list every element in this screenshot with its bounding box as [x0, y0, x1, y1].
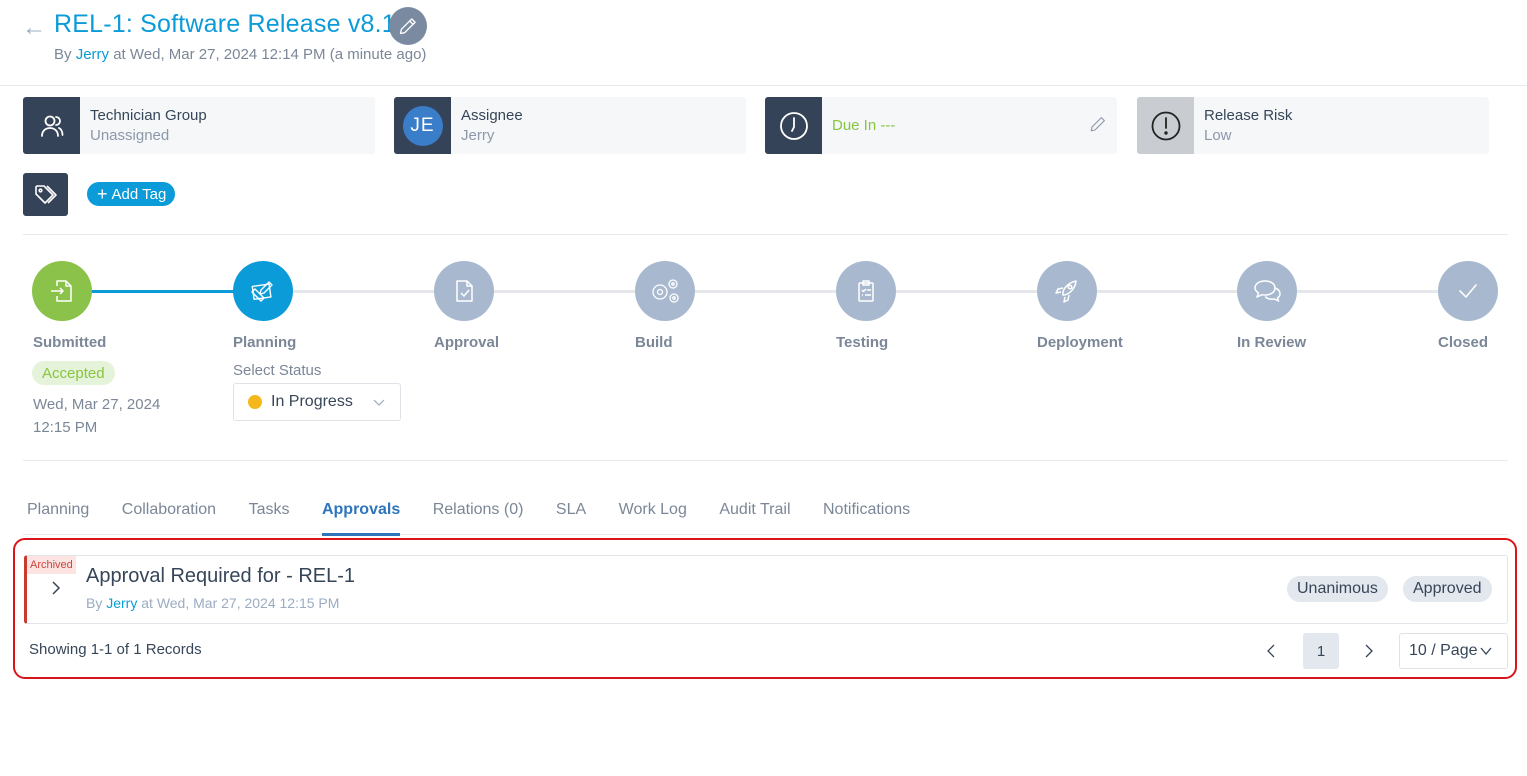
- release-risk-label: Release Risk: [1204, 107, 1293, 124]
- chat-bubbles-icon: [1254, 280, 1281, 302]
- approval-type-badge: Unanimous: [1287, 576, 1388, 602]
- tab-audit-trail[interactable]: Audit Trail: [719, 497, 790, 535]
- approval-item[interactable]: Archived Approval Required for - REL-1 B…: [24, 555, 1508, 624]
- page-header: ← REL-1: Software Release v8.1 By Jerry …: [0, 0, 1527, 86]
- stage-deployment[interactable]: [1037, 261, 1097, 321]
- per-page-value: 10 / Page: [1409, 642, 1478, 659]
- clipboard-list-icon: [858, 280, 874, 302]
- status-select[interactable]: In Progress: [233, 383, 401, 421]
- status-dot: [248, 395, 262, 409]
- per-page-select[interactable]: 10 / Page: [1399, 633, 1508, 669]
- pencil-icon: [399, 18, 416, 35]
- stage-label-in-review: In Review: [1237, 334, 1307, 351]
- chevron-right-icon[interactable]: [49, 580, 63, 601]
- due-card[interactable]: Due In ---: [765, 97, 1117, 154]
- stage-label-approval: Approval: [434, 334, 500, 351]
- by-prefix: By: [54, 46, 76, 63]
- gears-icon: [652, 279, 679, 303]
- submitted-date-line2: 12:15 PM: [33, 419, 98, 436]
- tab-sla[interactable]: SLA: [556, 497, 586, 535]
- tags-icon: [34, 184, 57, 204]
- due-label: Due In ---: [832, 117, 896, 134]
- prev-page-button[interactable]: [1264, 641, 1278, 666]
- due-icon-box: [765, 97, 822, 154]
- archived-badge: Archived: [27, 556, 76, 574]
- file-import-icon: [51, 280, 72, 302]
- tab-collaboration[interactable]: Collaboration: [122, 497, 216, 535]
- tab-planning[interactable]: Planning: [27, 497, 89, 535]
- rocket-icon: [1055, 280, 1077, 303]
- assignee-label: Assignee: [461, 107, 523, 124]
- users-icon: [40, 115, 63, 137]
- stage-label-planning: Planning: [233, 334, 297, 351]
- approval-status-badge: Approved: [1403, 576, 1492, 602]
- tab-tasks[interactable]: Tasks: [249, 497, 290, 535]
- back-arrow-icon[interactable]: ←: [22, 14, 46, 42]
- assignee-value: Jerry: [461, 127, 495, 144]
- tab-relations[interactable]: Relations (0): [433, 497, 524, 535]
- select-status-label: Select Status: [233, 362, 322, 379]
- page-1-button[interactable]: 1: [1303, 633, 1339, 669]
- planning-icon: [251, 281, 273, 302]
- chevron-down-icon: [372, 395, 386, 414]
- assignee-icon-box: JE: [394, 97, 451, 154]
- stage-label-closed: Closed: [1438, 334, 1489, 351]
- release-risk-value: Low: [1204, 127, 1232, 144]
- accepted-badge: Accepted: [32, 361, 115, 385]
- created-time: at Wed, Mar 27, 2024 12:14 PM (a minute …: [109, 46, 427, 63]
- stage-label-testing: Testing: [836, 334, 889, 351]
- divider: [23, 460, 1508, 461]
- by-prefix: By: [86, 595, 107, 611]
- assignee-card[interactable]: JE Assignee Jerry: [394, 97, 746, 154]
- release-risk-icon-box: [1137, 97, 1194, 154]
- tab-approvals[interactable]: Approvals: [321, 497, 401, 536]
- tab-bar: Planning Collaboration Tasks Approvals R…: [23, 497, 1508, 536]
- stage-closed[interactable]: [1438, 261, 1498, 321]
- submitted-date: Wed, Mar 27, 2024 12:15 PM: [33, 393, 160, 439]
- stage-label-build: Build: [635, 334, 673, 351]
- stage-testing[interactable]: [836, 261, 896, 321]
- stage-planning[interactable]: [233, 261, 293, 321]
- add-tag-button[interactable]: + Add Tag: [87, 182, 176, 206]
- technician-group-icon-box: [23, 97, 80, 154]
- created-info: By Jerry at Wed, Mar 27, 2024 12:14 PM (…: [54, 46, 426, 63]
- divider: [23, 234, 1508, 235]
- technician-group-card[interactable]: Technician Group Unassigned: [23, 97, 375, 154]
- records-count: Showing 1-1 of 1 Records: [29, 641, 202, 658]
- clock-icon: [779, 111, 808, 140]
- stage-label-submitted: Submitted: [33, 334, 107, 351]
- page-title: REL-1: Software Release v8.1: [54, 10, 396, 38]
- add-tag-label: Add Tag: [111, 185, 167, 203]
- author-link[interactable]: Jerry: [76, 46, 109, 63]
- exclamation-circle-icon: [1151, 111, 1180, 140]
- check-icon: [1459, 284, 1477, 299]
- status-selected: In Progress: [271, 393, 353, 410]
- tags-icon-box: [23, 173, 68, 216]
- approval-created-time: at Wed, Mar 27, 2024 12:15 PM: [137, 595, 340, 611]
- edit-due-icon[interactable]: [1089, 115, 1107, 138]
- plus-icon: +: [97, 184, 108, 204]
- edit-title-button[interactable]: [389, 7, 427, 45]
- document-check-icon: [456, 280, 473, 302]
- stage-build[interactable]: [635, 261, 695, 321]
- release-risk-card[interactable]: Release Risk Low: [1137, 97, 1489, 154]
- tab-notifications[interactable]: Notifications: [823, 497, 910, 535]
- next-page-button[interactable]: [1362, 641, 1376, 666]
- technician-group-value: Unassigned: [90, 127, 170, 144]
- approval-created-info: By Jerry at Wed, Mar 27, 2024 12:15 PM: [86, 595, 339, 611]
- tab-work-log[interactable]: Work Log: [619, 497, 687, 535]
- approval-author-link[interactable]: Jerry: [106, 595, 137, 611]
- stage-label-deployment: Deployment: [1037, 334, 1123, 351]
- stage-in-review[interactable]: [1237, 261, 1297, 321]
- submitted-date-line1: Wed, Mar 27, 2024: [33, 396, 161, 413]
- stage-approval[interactable]: [434, 261, 494, 321]
- technician-group-label: Technician Group: [90, 107, 207, 124]
- approval-title: Approval Required for - REL-1: [86, 565, 356, 587]
- stage-submitted[interactable]: [32, 261, 92, 321]
- chevron-down-icon: [1479, 644, 1493, 658]
- avatar: JE: [402, 105, 443, 146]
